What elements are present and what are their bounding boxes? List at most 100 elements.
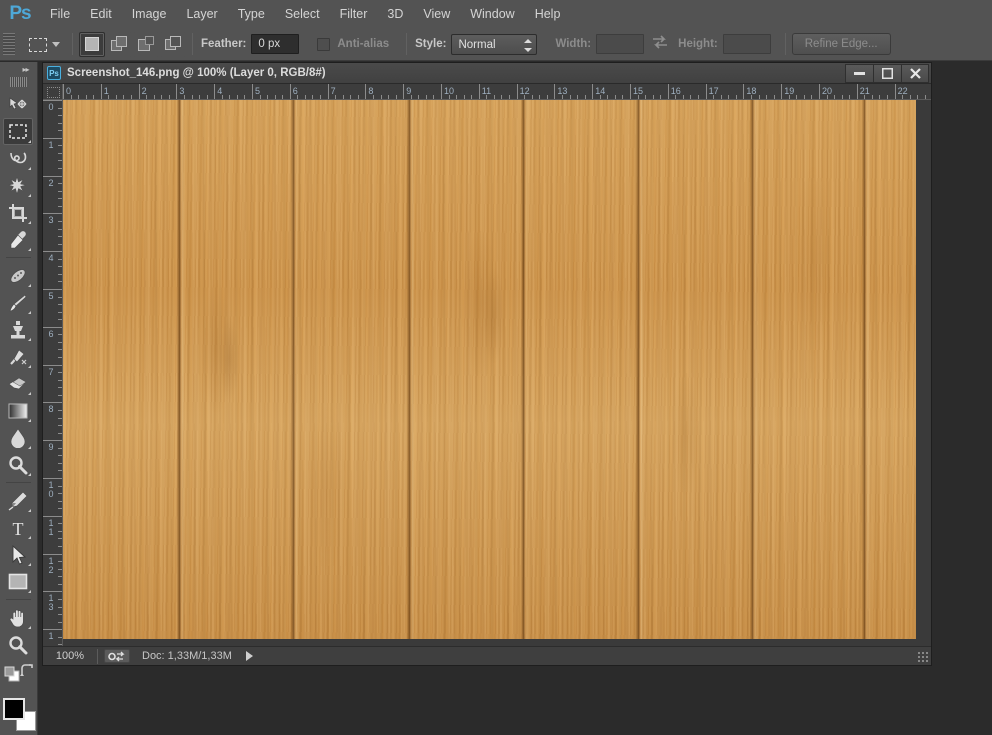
ruler-tick-minor bbox=[58, 296, 62, 298]
maximize-button[interactable] bbox=[873, 63, 901, 83]
hand-tool[interactable] bbox=[3, 604, 33, 631]
ruler-tick-minor bbox=[58, 379, 62, 381]
ruler-tick-major bbox=[176, 84, 178, 99]
lasso-tool[interactable] bbox=[3, 145, 33, 172]
chevron-down-icon[interactable] bbox=[52, 41, 60, 47]
menu-item-image[interactable]: Image bbox=[122, 0, 177, 28]
ruler-tick-minor bbox=[425, 95, 427, 99]
height-input[interactable] bbox=[722, 34, 771, 54]
path-selection-tool[interactable] bbox=[3, 541, 33, 568]
zoom-level-input[interactable]: 100% bbox=[43, 650, 97, 662]
ruler-label: 5 bbox=[48, 291, 54, 301]
ruler-tick-major bbox=[43, 629, 62, 631]
ruler-tick-minor bbox=[58, 417, 62, 419]
ruler-tick-minor bbox=[456, 95, 458, 99]
tool-flyout-indicator bbox=[28, 140, 31, 143]
add-to-selection-icon bbox=[110, 36, 128, 52]
rectangular-marquee-tool[interactable] bbox=[3, 118, 33, 145]
blur-tool[interactable] bbox=[3, 424, 33, 451]
anti-alias-checkbox[interactable] bbox=[317, 37, 331, 51]
eraser-tool[interactable] bbox=[3, 370, 33, 397]
menu-item-help[interactable]: Help bbox=[525, 0, 571, 28]
new-selection-button[interactable] bbox=[79, 31, 105, 57]
move-tool[interactable] bbox=[3, 91, 33, 118]
ruler-tick-major bbox=[43, 137, 62, 139]
minimize-button[interactable] bbox=[845, 63, 873, 83]
ruler-tick-major bbox=[43, 364, 62, 366]
menu-item-3d[interactable]: 3D bbox=[377, 0, 413, 28]
style-select[interactable]: Normal bbox=[451, 33, 538, 55]
double-chevron-right-icon[interactable]: ▸▸ bbox=[0, 62, 37, 76]
spot-healing-brush-tool[interactable] bbox=[3, 262, 33, 289]
photoshop-logo-icon: Ps bbox=[9, 3, 31, 24]
tool-flyout-indicator bbox=[28, 626, 31, 629]
document-settings-icon[interactable] bbox=[104, 649, 130, 663]
ruler-tick-major bbox=[441, 84, 442, 99]
ruler-corner[interactable] bbox=[43, 84, 63, 100]
crop-tool[interactable] bbox=[3, 199, 33, 226]
zoom-tool[interactable] bbox=[3, 631, 33, 658]
ruler-tick-minor bbox=[357, 95, 359, 99]
tools-panel-grip[interactable] bbox=[10, 77, 27, 87]
horizontal-ruler[interactable]: 0 1 2 3 4 5 6 7 8 9 10 11 12 13 14 15 16 17 18 19 20 21 22 bbox=[63, 84, 931, 100]
ruler-tick-minor bbox=[58, 205, 62, 207]
tool-flyout-indicator bbox=[28, 473, 31, 476]
close-button[interactable] bbox=[901, 63, 929, 83]
ruler-tick-minor bbox=[58, 538, 62, 540]
foreground-color-swatch[interactable] bbox=[3, 698, 25, 720]
add-to-selection-button[interactable] bbox=[106, 31, 132, 57]
menu-item-layer[interactable]: Layer bbox=[176, 0, 227, 28]
width-input[interactable] bbox=[596, 34, 645, 54]
image-canvas[interactable] bbox=[63, 100, 916, 639]
divider bbox=[406, 33, 408, 55]
ruler-tick-minor bbox=[811, 95, 813, 99]
document-title-bar[interactable]: Ps Screenshot_146.png @ 100% (Layer 0, R… bbox=[43, 63, 931, 84]
ruler-tick-major bbox=[781, 84, 783, 99]
pen-tool[interactable] bbox=[3, 487, 33, 514]
options-bar-grip[interactable] bbox=[3, 33, 15, 55]
history-brush-tool[interactable] bbox=[3, 343, 33, 370]
ruler-tick-minor bbox=[902, 95, 904, 99]
menu-item-view[interactable]: View bbox=[413, 0, 460, 28]
ruler-tick-minor bbox=[599, 95, 601, 99]
tool-preset-picker[interactable] bbox=[20, 33, 66, 55]
ruler-label: 9 bbox=[48, 442, 54, 453]
intersect-with-selection-button[interactable] bbox=[160, 31, 186, 57]
default-colors-icon[interactable] bbox=[4, 666, 20, 687]
ruler-label: 6 bbox=[48, 328, 54, 339]
menu-item-edit[interactable]: Edit bbox=[80, 0, 122, 28]
ruler-tick-minor bbox=[561, 95, 563, 99]
divider bbox=[6, 257, 31, 258]
ruler-label: 1 bbox=[48, 139, 54, 150]
ruler-tick-minor bbox=[304, 95, 306, 99]
ruler-tick-minor bbox=[153, 95, 155, 99]
type-tool[interactable]: T bbox=[3, 514, 33, 541]
ruler-tick-minor bbox=[115, 95, 117, 99]
resize-grip-icon[interactable] bbox=[916, 650, 929, 663]
ruler-tick-minor bbox=[161, 95, 163, 99]
menu-item-select[interactable]: Select bbox=[275, 0, 330, 28]
swap-colors-icon[interactable] bbox=[20, 664, 34, 683]
play-arrow-icon[interactable] bbox=[245, 651, 253, 661]
ruler-tick-minor bbox=[58, 568, 62, 570]
vertical-ruler[interactable]: 0123456789101112131 bbox=[43, 100, 63, 646]
ruler-tick-minor bbox=[388, 95, 390, 99]
gradient-tool[interactable] bbox=[3, 397, 33, 424]
dodge-tool[interactable] bbox=[3, 451, 33, 478]
subtract-from-selection-button[interactable] bbox=[133, 31, 159, 57]
menu-item-window[interactable]: Window bbox=[460, 0, 524, 28]
menu-item-type[interactable]: Type bbox=[228, 0, 275, 28]
refine-edge-button[interactable]: Refine Edge... bbox=[791, 33, 891, 55]
eyedropper-tool[interactable] bbox=[3, 226, 33, 253]
canvas-area[interactable] bbox=[63, 100, 931, 646]
quick-selection-tool[interactable] bbox=[3, 172, 33, 199]
foreground-background-color[interactable] bbox=[3, 698, 37, 732]
brush-tool[interactable] bbox=[3, 289, 33, 316]
clone-stamp-tool[interactable] bbox=[3, 316, 33, 343]
menu-item-filter[interactable]: Filter bbox=[330, 0, 378, 28]
swap-arrows-icon[interactable] bbox=[650, 35, 670, 53]
feather-input[interactable]: 0 px bbox=[251, 34, 300, 54]
menu-item-file[interactable]: File bbox=[40, 0, 80, 28]
ruler-tick-minor bbox=[924, 95, 926, 99]
rectangle-tool[interactable] bbox=[3, 568, 33, 595]
